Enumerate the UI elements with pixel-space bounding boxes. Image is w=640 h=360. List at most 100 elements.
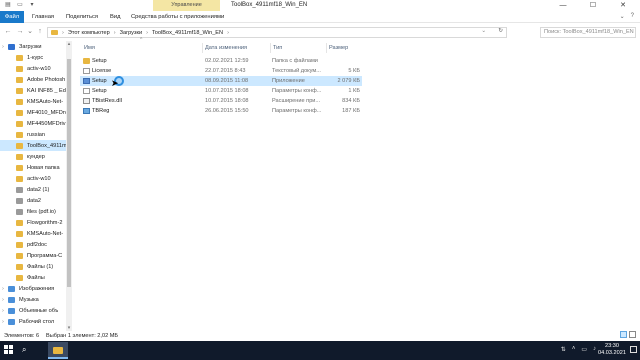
tab-file[interactable]: Файл	[0, 11, 24, 23]
file-row[interactable]: Setup 10.07.2015 18:08 Параметры конф... 1 …	[80, 86, 362, 96]
chevron-right-icon[interactable]: ›	[227, 30, 229, 36]
sidebar-item[interactable]: files (pdf.io)	[0, 206, 66, 217]
sidebar-item[interactable]: MF4010_MFDrv	[0, 107, 66, 118]
sidebar-item[interactable]: MF4450MFDriv	[0, 118, 66, 129]
sidebar-item[interactable]: Загрузки ›	[0, 41, 66, 52]
column-divider[interactable]	[326, 43, 327, 53]
selection-info: Выбран 1 элемент: 2,02 МБ	[46, 333, 119, 339]
clock[interactable]: 23:30 04.03.2021	[598, 343, 626, 357]
network-icon[interactable]: ⇅	[561, 346, 566, 353]
search-icon[interactable]: ⌕	[22, 345, 32, 355]
manage-context-tab[interactable]: Управление	[153, 0, 220, 11]
windows-start-icon[interactable]	[4, 345, 14, 355]
forward-arrow-icon[interactable]: →	[15, 27, 25, 37]
folder-icon	[16, 164, 23, 171]
customize-toolbar-icon[interactable]: ▾	[28, 2, 36, 9]
navigation-bar: ← → ⌄ ↑ › Этот компьютер › Загрузки › To…	[0, 24, 640, 41]
back-arrow-icon[interactable]: ←	[3, 27, 13, 37]
clock-date: 04.03.2021	[598, 350, 626, 356]
chevron-down-icon[interactable]: ⌄	[481, 28, 486, 34]
volume-icon[interactable]: ♪	[593, 346, 596, 353]
details-view-icon[interactable]	[620, 331, 627, 338]
column-divider[interactable]	[202, 43, 203, 53]
column-header-type[interactable]: Тип	[273, 43, 282, 53]
expand-chevron-icon[interactable]: ›	[2, 308, 4, 314]
refresh-icon[interactable]: ↻	[498, 28, 503, 34]
recent-locations-icon[interactable]: ⌄	[25, 27, 35, 37]
sidebar-item[interactable]: KAI INF85 _ Edu	[0, 85, 66, 96]
file-row[interactable]: License 22.07.2015 8:43 Текстовый докум...…	[80, 66, 362, 76]
sidebar-item[interactable]: кундер	[0, 151, 66, 162]
sidebar-item[interactable]: Программа-C	[0, 250, 66, 261]
sidebar-item[interactable]: Файлы (1)	[0, 261, 66, 272]
file-date: 26.06.2015 15:50	[205, 108, 249, 114]
tab-view[interactable]: Вид	[110, 11, 121, 23]
notification-center-icon[interactable]	[630, 346, 637, 353]
sidebar-item[interactable]: 1-курс	[0, 52, 66, 63]
file-date: 10.07.2015 18:08	[205, 88, 249, 94]
column-header-name[interactable]: Имя	[84, 43, 95, 53]
file-row[interactable]: TBistRes.dll 10.07.2015 18:08 Расширение п…	[80, 96, 362, 106]
large-icons-view-icon[interactable]	[629, 331, 636, 338]
search-input[interactable]: Поиск: ToolBox_4911mf18_Win_EN	[540, 27, 636, 38]
sidebar-item[interactable]: Объемные объ ›	[0, 305, 66, 316]
column-header-size[interactable]: Размер	[329, 43, 348, 53]
chevron-right-icon[interactable]: ›	[62, 30, 64, 36]
maximize-button[interactable]: ☐	[578, 0, 608, 11]
expand-ribbon-icon[interactable]: ⌄	[620, 13, 625, 20]
help-icon[interactable]: ?	[631, 13, 634, 20]
file-explorer-taskbar-button[interactable]	[48, 342, 68, 359]
file-type: Параметры конф...	[272, 108, 322, 114]
ribbon-tabs: Файл Главная Поделиться Вид Средства раб…	[0, 11, 640, 23]
file-date: 10.07.2015 18:08	[205, 98, 249, 104]
sidebar-item[interactable]: activ-w10	[0, 173, 66, 184]
tab-home[interactable]: Главная	[32, 11, 54, 23]
folder-icon	[83, 58, 90, 64]
column-divider[interactable]	[270, 43, 271, 53]
file-row[interactable]: TBReg 26.06.2015 15:50 Параметры конф... 18…	[80, 106, 362, 116]
close-button[interactable]: ✕	[608, 0, 638, 11]
expand-chevron-icon[interactable]: ›	[2, 286, 4, 292]
expand-chevron-icon[interactable]: ›	[2, 297, 4, 303]
tab-app-tools[interactable]: Средства работы с приложениями	[131, 11, 224, 23]
breadcrumb-current-folder[interactable]: ToolBox_4911mf18_Win_EN	[152, 30, 223, 36]
sidebar-scroll-thumb[interactable]	[67, 59, 71, 287]
sidebar-item[interactable]: Файлы	[0, 272, 66, 283]
battery-icon[interactable]: ▭	[581, 346, 587, 353]
sidebar-item[interactable]: data2	[0, 195, 66, 206]
sidebar-item[interactable]: KMSAuto-Net-	[0, 228, 66, 239]
sidebar-item[interactable]: russian	[0, 129, 66, 140]
address-bar[interactable]: › Этот компьютер › Загрузки › ToolBox_49…	[47, 27, 507, 38]
folder-icon	[16, 54, 23, 61]
sidebar-item[interactable]: Музыка ›	[0, 294, 66, 305]
sidebar-item[interactable]: pdf2doc	[0, 239, 66, 250]
sidebar-item[interactable]: ToolBox_4911m	[0, 140, 66, 151]
tab-share[interactable]: Поделиться	[66, 11, 98, 23]
sidebar-item[interactable]: data2 (1)	[0, 184, 66, 195]
chevron-right-icon[interactable]: ›	[146, 30, 148, 36]
file-row[interactable]: Setup 02.02.2021 12:59 Папка с файлами	[80, 56, 362, 66]
column-header-date[interactable]: Дата изменения	[205, 43, 247, 53]
sidebar-item[interactable]: KMSAuto-Net-	[0, 96, 66, 107]
chevron-right-icon[interactable]: ›	[114, 30, 116, 36]
sidebar-item[interactable]: Flowgorithm-2	[0, 217, 66, 228]
sidebar-item[interactable]: Изображения ›	[0, 283, 66, 294]
sidebar-item[interactable]: activ-w10	[0, 63, 66, 74]
scroll-up-icon[interactable]: ▴	[66, 41, 72, 47]
properties-icon[interactable]: ▤	[4, 2, 12, 9]
minimize-button[interactable]: —	[548, 0, 578, 11]
expand-chevron-icon[interactable]: ›	[2, 44, 4, 50]
breadcrumb-downloads[interactable]: Загрузки	[120, 30, 143, 36]
sidebar-item-label: KMSAuto-Net-	[27, 230, 64, 237]
up-arrow-icon[interactable]: ↑	[35, 27, 45, 37]
sidebar-item-label: data2 (1)	[27, 186, 50, 193]
sidebar-item[interactable]: Новая папка	[0, 162, 66, 173]
new-folder-icon[interactable]: ▭	[16, 2, 24, 9]
breadcrumb-this-pc[interactable]: Этот компьютер	[68, 30, 110, 36]
file-size: 5 КБ	[348, 68, 360, 74]
expand-chevron-icon[interactable]: ›	[2, 319, 4, 325]
file-type: Приложение	[272, 78, 305, 84]
sidebar-item[interactable]: Рабочий стол ›	[0, 316, 66, 327]
show-hidden-icons-icon[interactable]: ˄	[572, 346, 576, 353]
sidebar-item[interactable]: Adobe Photosh	[0, 74, 66, 85]
